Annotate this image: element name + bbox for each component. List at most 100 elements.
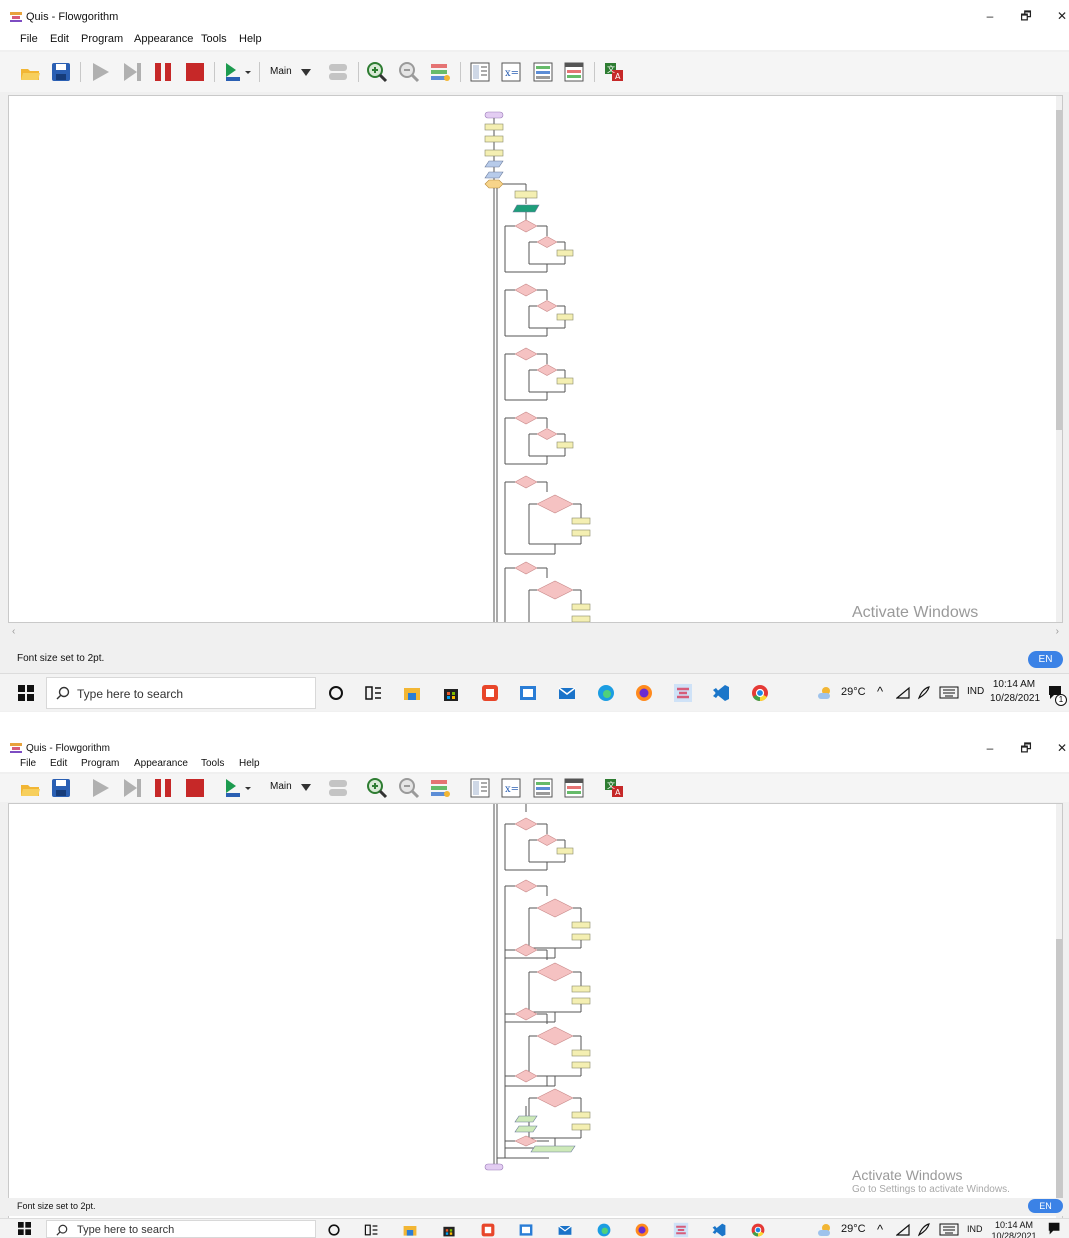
save-icon[interactable] xyxy=(50,777,72,799)
news-icon[interactable] xyxy=(518,683,538,703)
menu-appearance[interactable]: Appearance xyxy=(134,758,188,769)
weather-temperature[interactable]: 29°C xyxy=(841,686,866,698)
menu-edit[interactable]: Edit xyxy=(50,33,69,45)
menu-tools[interactable]: Tools xyxy=(201,33,227,45)
menu-program[interactable]: Program xyxy=(81,758,119,769)
run-speed-icon[interactable] xyxy=(223,61,253,83)
menu-appearance[interactable]: Appearance xyxy=(134,33,193,45)
layout-toggle-icon[interactable] xyxy=(327,777,349,799)
menu-program[interactable]: Program xyxy=(81,33,123,45)
store-icon[interactable] xyxy=(441,1222,457,1238)
zoom-in-icon[interactable] xyxy=(366,61,388,83)
zoom-in-icon[interactable] xyxy=(366,777,388,799)
menu-help[interactable]: Help xyxy=(239,33,262,45)
run-icon[interactable] xyxy=(89,61,111,83)
vertical-scroll-thumb[interactable] xyxy=(1056,939,1062,1199)
cortana-icon[interactable] xyxy=(326,1222,342,1238)
cortana-icon[interactable] xyxy=(326,683,346,703)
horizontal-scrollbar[interactable]: ‹ › xyxy=(8,625,1063,641)
source-code-view-icon[interactable] xyxy=(469,777,491,799)
task-view-icon[interactable] xyxy=(363,1222,379,1238)
task-view-icon[interactable] xyxy=(363,683,383,703)
mail-icon[interactable] xyxy=(557,1222,573,1238)
firefox-icon[interactable] xyxy=(634,683,654,703)
office-icon[interactable] xyxy=(480,1222,496,1238)
save-icon[interactable] xyxy=(50,61,72,83)
pen-icon[interactable] xyxy=(917,685,931,700)
input-language[interactable]: IND xyxy=(967,1224,983,1234)
scroll-right-icon[interactable]: › xyxy=(1056,626,1059,637)
weather-icon[interactable] xyxy=(817,1223,833,1237)
step-icon[interactable] xyxy=(121,777,143,799)
vscode-icon[interactable] xyxy=(711,1222,727,1238)
layout-toggle-icon[interactable] xyxy=(327,61,349,83)
keyboard-icon[interactable] xyxy=(939,1223,959,1236)
firefox-icon[interactable] xyxy=(634,1222,650,1238)
step-icon[interactable] xyxy=(121,61,143,83)
variable-watch-icon[interactable]: x= xyxy=(500,777,522,799)
stop-icon[interactable] xyxy=(184,777,206,799)
console-icon[interactable] xyxy=(532,61,554,83)
weather-icon[interactable] xyxy=(817,686,833,700)
menu-edit[interactable]: Edit xyxy=(50,758,67,769)
mail-icon[interactable] xyxy=(557,683,577,703)
chart-window-icon[interactable] xyxy=(563,61,585,83)
open-folder-icon[interactable] xyxy=(19,61,41,83)
pause-icon[interactable] xyxy=(152,61,174,83)
tray-chevron-up-icon[interactable]: ^ xyxy=(877,1222,883,1237)
keyboard-icon[interactable] xyxy=(939,686,959,699)
flowchart-canvas[interactable] xyxy=(8,95,1063,623)
flowgorithm-taskbar-icon[interactable] xyxy=(673,1222,689,1238)
menu-tools[interactable]: Tools xyxy=(201,758,224,769)
flowgorithm-taskbar-icon[interactable] xyxy=(673,683,693,703)
minimize-button[interactable]: – xyxy=(976,738,1004,758)
scroll-left-icon[interactable]: ‹ xyxy=(12,626,15,637)
file-explorer-icon[interactable] xyxy=(402,683,422,703)
close-button[interactable]: ✕ xyxy=(1048,6,1069,26)
office-icon[interactable] xyxy=(480,683,500,703)
edge-browser-icon[interactable] xyxy=(596,1222,612,1238)
store-icon[interactable] xyxy=(441,683,461,703)
chrome-icon[interactable] xyxy=(750,1222,766,1238)
translate-icon[interactable]: 文A xyxy=(603,61,625,83)
maximize-button[interactable]: 🗗 xyxy=(1012,6,1040,26)
taskbar-search-box[interactable]: Type here to search xyxy=(46,677,316,709)
run-icon[interactable] xyxy=(89,777,111,799)
file-explorer-icon[interactable] xyxy=(402,1222,418,1238)
edge-browser-icon[interactable] xyxy=(596,683,616,703)
windows-start-icon[interactable] xyxy=(18,1222,31,1235)
function-select[interactable]: Main xyxy=(265,64,317,82)
vertical-scrollbar[interactable] xyxy=(1056,96,1062,622)
tray-chevron-up-icon[interactable]: ^ xyxy=(877,684,883,699)
taskbar-search-box[interactable]: Type here to search xyxy=(46,1220,316,1238)
vertical-scrollbar[interactable] xyxy=(1056,804,1062,1220)
minimize-button[interactable]: – xyxy=(976,6,1004,26)
stop-icon[interactable] xyxy=(184,61,206,83)
menu-file[interactable]: File xyxy=(20,758,36,769)
language-badge[interactable]: EN xyxy=(1028,1199,1063,1213)
open-folder-icon[interactable] xyxy=(19,777,41,799)
zoom-out-icon[interactable] xyxy=(398,61,420,83)
variable-watch-icon[interactable]: x= xyxy=(500,61,522,83)
translate-icon[interactable]: 文A xyxy=(603,777,625,799)
news-icon[interactable] xyxy=(518,1222,534,1238)
chrome-icon[interactable] xyxy=(750,683,770,703)
network-icon[interactable] xyxy=(896,1223,910,1237)
function-select[interactable]: Main xyxy=(265,779,317,797)
maximize-button[interactable]: 🗗 xyxy=(1012,738,1040,758)
console-icon[interactable] xyxy=(532,777,554,799)
windows-start-icon[interactable] xyxy=(18,685,34,701)
notification-icon[interactable] xyxy=(1047,1221,1063,1237)
system-clock[interactable]: 10:14 AM 10/28/2021 xyxy=(990,1220,1038,1238)
chart-window-icon[interactable] xyxy=(563,777,585,799)
menu-help[interactable]: Help xyxy=(239,758,260,769)
font-size-icon[interactable] xyxy=(429,777,451,799)
pen-icon[interactable] xyxy=(917,1222,931,1237)
flowchart-canvas[interactable] xyxy=(8,803,1063,1221)
language-badge[interactable]: EN xyxy=(1028,651,1063,668)
zoom-out-icon[interactable] xyxy=(398,777,420,799)
font-size-icon[interactable] xyxy=(429,61,451,83)
input-language[interactable]: IND xyxy=(967,686,984,697)
vertical-scroll-thumb[interactable] xyxy=(1056,110,1062,430)
weather-temperature[interactable]: 29°C xyxy=(841,1223,866,1235)
